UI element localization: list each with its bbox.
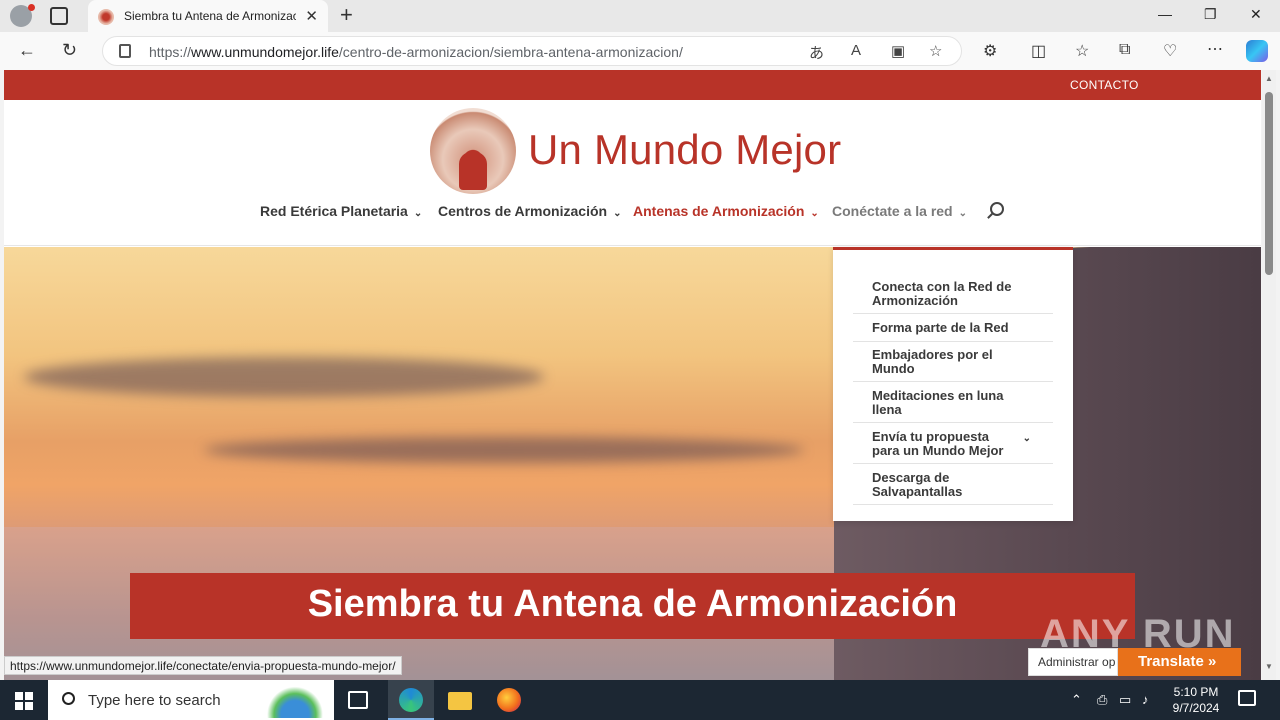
- taskbar-search-placeholder: Type here to search: [88, 692, 221, 709]
- scroll-up-icon[interactable]: ▲: [1265, 74, 1273, 83]
- task-view-icon[interactable]: [348, 691, 368, 709]
- notifications-icon[interactable]: [1238, 690, 1256, 706]
- submenu-line: Embajadores por el: [872, 347, 993, 362]
- taskbar: Type here to search ⌃ ⎙ ▭ ♪ 5:10 PM 9/7/…: [0, 680, 1280, 720]
- page-scrollbar[interactable]: ▲ ▼: [1262, 70, 1276, 680]
- scroll-down-icon[interactable]: ▼: [1265, 662, 1273, 671]
- chevron-down-icon: ⌄: [810, 208, 819, 219]
- split-screen-icon[interactable]: ◫: [1031, 41, 1046, 61]
- restore-button[interactable]: ❐: [1204, 6, 1217, 23]
- contact-link[interactable]: CONTACTO: [1070, 78, 1139, 92]
- submenu-line: Mundo: [872, 361, 915, 376]
- browser-toolbar: ← ↻ https://www.unmundomejor.life/centro…: [0, 32, 1280, 70]
- tab-active[interactable]: Siembra tu Antena de Armonizac ✕: [88, 0, 328, 32]
- windows-start-icon[interactable]: [15, 692, 33, 710]
- cloud-shape: [24, 357, 544, 397]
- submenu-item[interactable]: Forma parte de la Red: [853, 321, 1053, 342]
- translate-button[interactable]: Translate »: [1118, 648, 1241, 676]
- taskbar-search[interactable]: Type here to search: [48, 680, 334, 720]
- clock-date: 9/7/2024: [1172, 701, 1220, 715]
- network-icon[interactable]: ▭: [1119, 692, 1131, 708]
- copilot-icon[interactable]: [1246, 40, 1268, 62]
- menu-label: Conéctate a la red: [832, 203, 953, 219]
- submenu-item[interactable]: Embajadores por el Mundo: [853, 348, 1053, 382]
- refresh-icon[interactable]: ↻: [62, 40, 77, 61]
- immersive-reader-icon[interactable]: ▣: [891, 42, 905, 60]
- tray-chevron-icon[interactable]: ⌃: [1071, 692, 1082, 708]
- chevron-down-icon: ⌄: [413, 208, 423, 219]
- menu-conectate[interactable]: Conéctate a la red ⌄: [832, 203, 967, 219]
- tray-device-icon[interactable]: ⎙: [1097, 692, 1107, 708]
- cloud-shape: [204, 437, 804, 463]
- minimize-button[interactable]: —: [1158, 6, 1172, 22]
- tab-strip: Siembra tu Antena de Armonizac ✕ + — ❐ ✕: [0, 0, 1280, 32]
- clock-time: 5:10 PM: [1173, 685, 1219, 699]
- submenu-line: Meditaciones en luna: [872, 388, 1004, 403]
- site-favicon-icon: [98, 9, 114, 25]
- submenu-item[interactable]: Conecta con la Red de Armonización: [853, 280, 1053, 314]
- tab-actions-icon[interactable]: [50, 7, 68, 25]
- search-highlight-icon: [260, 684, 330, 718]
- submenu-dropdown: Conecta con la Red de Armonización Forma …: [833, 247, 1073, 521]
- submenu-line: Envía tu propuesta: [872, 429, 990, 444]
- submenu-line: Salvapantallas: [872, 484, 963, 499]
- site-header: Un Mundo Mejor Red Etérica Planetaria ⌄ C…: [4, 100, 1261, 246]
- favorites-icon[interactable]: ☆: [1075, 41, 1089, 61]
- lock-icon[interactable]: [119, 44, 131, 58]
- menu-centros[interactable]: Centros de Armonización ⌄: [438, 203, 621, 219]
- menu-antenas[interactable]: Antenas de Armonización ⌄: [633, 203, 819, 219]
- logo-person-icon: [459, 152, 487, 190]
- read-aloud-icon[interactable]: A: [851, 42, 861, 59]
- submenu-line: llena: [872, 402, 902, 417]
- volume-icon[interactable]: ♪: [1142, 692, 1149, 707]
- back-icon[interactable]: ←: [18, 40, 36, 61]
- tab-title: Siembra tu Antena de Armonizac: [124, 9, 296, 23]
- browser-window: Siembra tu Antena de Armonizac ✕ + — ❐ ✕…: [0, 0, 1280, 680]
- hero-title-banner: Siembra tu Antena de Armonización: [130, 573, 1135, 639]
- chevron-down-icon[interactable]: ⌄: [1023, 432, 1031, 446]
- scrollbar-thumb[interactable]: [1265, 92, 1273, 275]
- notification-dot: [28, 4, 35, 11]
- search-icon[interactable]: [990, 202, 1004, 216]
- firefox-icon[interactable]: [497, 688, 521, 712]
- submenu-item[interactable]: Meditaciones en luna llena: [853, 389, 1053, 423]
- menu-red-eterica[interactable]: Red Etérica Planetaria ⌄: [260, 203, 422, 219]
- logo-globe-icon[interactable]: [430, 108, 516, 194]
- page-viewport: CONTACTO Un Mundo Mejor Red Etérica Plan…: [4, 70, 1261, 680]
- extensions-icon[interactable]: ⚙: [983, 41, 997, 61]
- submenu-line: para un Mundo Mejor: [872, 443, 1004, 458]
- submenu-line: Descarga de: [872, 470, 950, 485]
- hero-title: Siembra tu Antena de Armonización: [307, 583, 958, 625]
- site-topbar: CONTACTO: [4, 70, 1261, 100]
- admin-options-button[interactable]: Administrar op: [1028, 648, 1118, 676]
- menu-label: Red Etérica Planetaria: [260, 203, 408, 219]
- tab-close-icon[interactable]: ✕: [305, 7, 318, 25]
- collections-icon[interactable]: ⧉: [1119, 41, 1130, 59]
- browser-essentials-icon[interactable]: ♡: [1163, 41, 1177, 61]
- translate-page-icon[interactable]: あ: [809, 42, 824, 63]
- close-window-button[interactable]: ✕: [1250, 6, 1262, 23]
- menu-label: Centros de Armonización: [438, 203, 608, 219]
- address-bar[interactable]: https://www.unmundomejor.life/centro-de-…: [102, 36, 962, 66]
- submenu-item[interactable]: Envía tu propuesta para un Mundo Mejor ⌄: [853, 430, 1053, 464]
- chevron-down-icon: ⌄: [958, 208, 967, 219]
- menu-label: Antenas de Armonización: [633, 203, 805, 219]
- submenu-line: Armonización: [872, 293, 958, 308]
- submenu-item[interactable]: Descarga de Salvapantallas: [853, 471, 1053, 505]
- file-explorer-icon[interactable]: [448, 692, 472, 710]
- submenu-line: Forma parte de la Red: [872, 320, 1009, 335]
- status-url: https://www.unmundomejor.life/conectate/…: [4, 656, 402, 675]
- edge-icon: [399, 688, 423, 712]
- favorite-star-icon[interactable]: ☆: [929, 42, 942, 60]
- search-icon: [62, 692, 75, 705]
- system-clock[interactable]: 5:10 PM 9/7/2024: [1170, 684, 1222, 716]
- submenu-line: Conecta con la Red de: [872, 279, 1012, 294]
- settings-more-icon[interactable]: ⋯: [1207, 39, 1223, 59]
- site-logo-text[interactable]: Un Mundo Mejor: [528, 126, 841, 174]
- new-tab-icon[interactable]: +: [340, 4, 353, 26]
- url-text[interactable]: https://www.unmundomejor.life/centro-de-…: [149, 44, 683, 60]
- chevron-down-icon: ⌄: [613, 208, 622, 219]
